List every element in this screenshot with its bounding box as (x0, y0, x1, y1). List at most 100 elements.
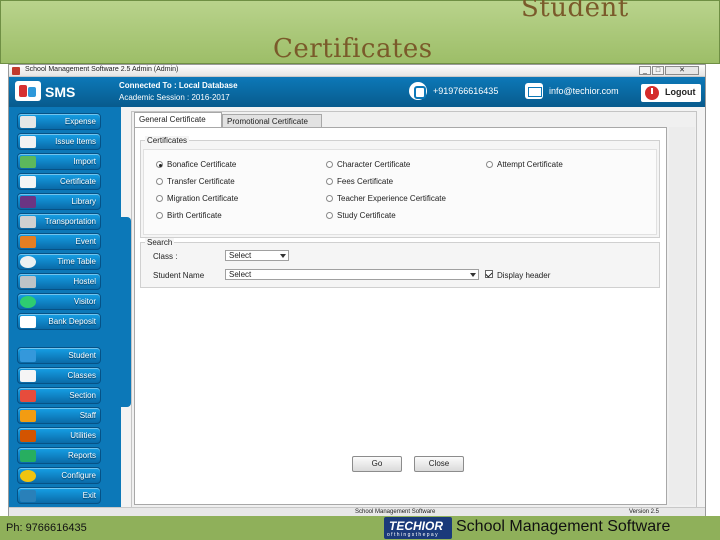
radio-study-certificate[interactable]: Study Certificate (326, 211, 396, 220)
class-label: Class : (153, 252, 178, 261)
display-header-checkbox[interactable] (485, 270, 493, 278)
footer-phone: Ph: 9766616435 (6, 522, 87, 534)
sidebar-item-time-table[interactable]: Time Table (17, 253, 101, 270)
techior-logo: TECHIOR o f t h i n g s t h e p a y (384, 517, 452, 539)
clock-icon (20, 256, 36, 268)
radio-character-certificate[interactable]: Character Certificate (326, 160, 410, 169)
power-icon (645, 86, 659, 100)
status-version: Version 2.5 (629, 509, 660, 515)
radio-bonafide-certificate[interactable]: Bonafice Certificate (156, 160, 236, 169)
chevron-down-icon (280, 254, 286, 258)
import-icon (20, 156, 36, 168)
tab-general-certificate[interactable]: General Certificate (134, 112, 222, 127)
sidebar-item-visitor[interactable]: Visitor (17, 293, 101, 310)
bank-icon (20, 316, 36, 328)
slide-title-student: Student (521, 0, 629, 23)
logout-label: Logout (665, 87, 696, 97)
sidebar-item-section[interactable]: Section (17, 387, 101, 404)
status-app-name: School Management Software (355, 509, 436, 515)
contact-email: info@techior.com (549, 86, 619, 96)
radio-birth-certificate[interactable]: Birth Certificate (156, 211, 222, 220)
sidebar-item-expense[interactable]: Expense (17, 113, 101, 130)
radio-icon (486, 161, 493, 168)
top-bar: SMS Connected To : Local Database Academ… (9, 77, 705, 107)
certificate-content-pane: General Certificate Promotional Certific… (131, 111, 697, 509)
sidebar-item-bank-deposit[interactable]: Bank Deposit (17, 313, 101, 330)
sidebar-item-import[interactable]: Import (17, 153, 101, 170)
mail-icon (525, 83, 543, 99)
window-title: School Management Software 2.5 Admin (Ad… (25, 66, 179, 73)
content-scrollbar[interactable] (669, 127, 695, 505)
window-titlebar[interactable]: School Management Software 2.5 Admin (Ad… (9, 65, 705, 77)
chevron-down-icon (470, 273, 476, 277)
sidebar: Expense Issue Items Import Certificate L… (9, 107, 121, 517)
gear-icon (20, 470, 36, 482)
radio-icon (326, 212, 333, 219)
staff-icon (20, 410, 36, 422)
radio-teacher-experience-certificate[interactable]: Teacher Experience Certificate (326, 194, 446, 203)
sidebar-item-certificate[interactable]: Certificate (17, 173, 101, 190)
sidebar-item-transportation[interactable]: Transportation (17, 213, 101, 230)
bus-icon (20, 216, 36, 228)
slide-footer: Ph: 9766616435 TECHIOR o f t h i n g s t… (0, 516, 720, 540)
radio-attempt-certificate[interactable]: Attempt Certificate (486, 160, 563, 169)
certificate-options: Bonafice Certificate Character Certifica… (143, 149, 657, 235)
hostel-icon (20, 276, 36, 288)
tab-promotional-certificate[interactable]: Promotional Certificate (222, 114, 322, 127)
issue-items-icon (20, 136, 36, 148)
student-icon (20, 350, 36, 362)
student-name-select[interactable]: Select (225, 269, 479, 280)
maximize-button[interactable]: □ (652, 66, 664, 75)
class-select[interactable]: Select (225, 250, 289, 261)
sidebar-item-event[interactable]: Event (17, 233, 101, 250)
sidebar-collapse-handle[interactable] (121, 217, 131, 407)
go-button[interactable]: Go (352, 456, 402, 472)
sidebar-item-issue-items[interactable]: Issue Items (17, 133, 101, 150)
close-button[interactable]: Close (414, 456, 464, 472)
visitor-icon (20, 296, 36, 308)
contact-phone: +919766616435 (433, 86, 499, 96)
radio-transfer-certificate[interactable]: Transfer Certificate (156, 177, 235, 186)
close-window-button[interactable]: ✕ (665, 66, 699, 75)
student-name-label: Student Name (153, 271, 205, 280)
brand-tagline: o f t h i n g s t h e p a y (387, 532, 438, 538)
radio-selected-icon (156, 161, 163, 168)
brand-name: TECHIOR (389, 519, 443, 533)
sidebar-item-exit[interactable]: Exit (17, 487, 101, 504)
display-header-label: Display header (497, 271, 551, 280)
sidebar-item-library[interactable]: Library (17, 193, 101, 210)
sidebar-item-utilities[interactable]: Utilities (17, 427, 101, 444)
database-status: Connected To : Local Database (119, 81, 238, 90)
sidebar-item-reports[interactable]: Reports (17, 447, 101, 464)
certificates-group: Certificates Bonafice Certificate Charac… (140, 136, 660, 238)
radio-icon (326, 161, 333, 168)
search-group: Search Class : Select Student Name Selec… (140, 238, 660, 288)
certificate-icon (20, 176, 36, 188)
app-window: School Management Software 2.5 Admin (Ad… (8, 64, 706, 517)
section-icon (20, 390, 36, 402)
slide-header: Certificates Student (0, 0, 720, 64)
sidebar-item-configure[interactable]: Configure (17, 467, 101, 484)
minimize-button[interactable]: _ (639, 66, 651, 75)
library-icon (20, 196, 36, 208)
sidebar-item-classes[interactable]: Classes (17, 367, 101, 384)
event-icon (20, 236, 36, 248)
radio-icon (156, 212, 163, 219)
phone-icon (409, 82, 427, 100)
radio-icon (156, 178, 163, 185)
radio-fees-certificate[interactable]: Fees Certificate (326, 177, 393, 186)
sidebar-item-hostel[interactable]: Hostel (17, 273, 101, 290)
logout-button[interactable]: Logout (641, 84, 701, 102)
footer-title: School Management Software (456, 518, 671, 535)
app-logo-text: SMS (45, 84, 76, 100)
sidebar-item-staff[interactable]: Staff (17, 407, 101, 424)
certificates-group-title: Certificates (145, 136, 190, 145)
radio-icon (326, 178, 333, 185)
radio-icon (156, 195, 163, 202)
slide-title-certificates: Certificates (273, 34, 433, 64)
radio-migration-certificate[interactable]: Migration Certificate (156, 194, 238, 203)
exit-icon (20, 490, 36, 502)
expense-icon (20, 116, 36, 128)
general-certificate-panel: Certificates Bonafice Certificate Charac… (134, 127, 667, 505)
sidebar-item-student[interactable]: Student (17, 347, 101, 364)
